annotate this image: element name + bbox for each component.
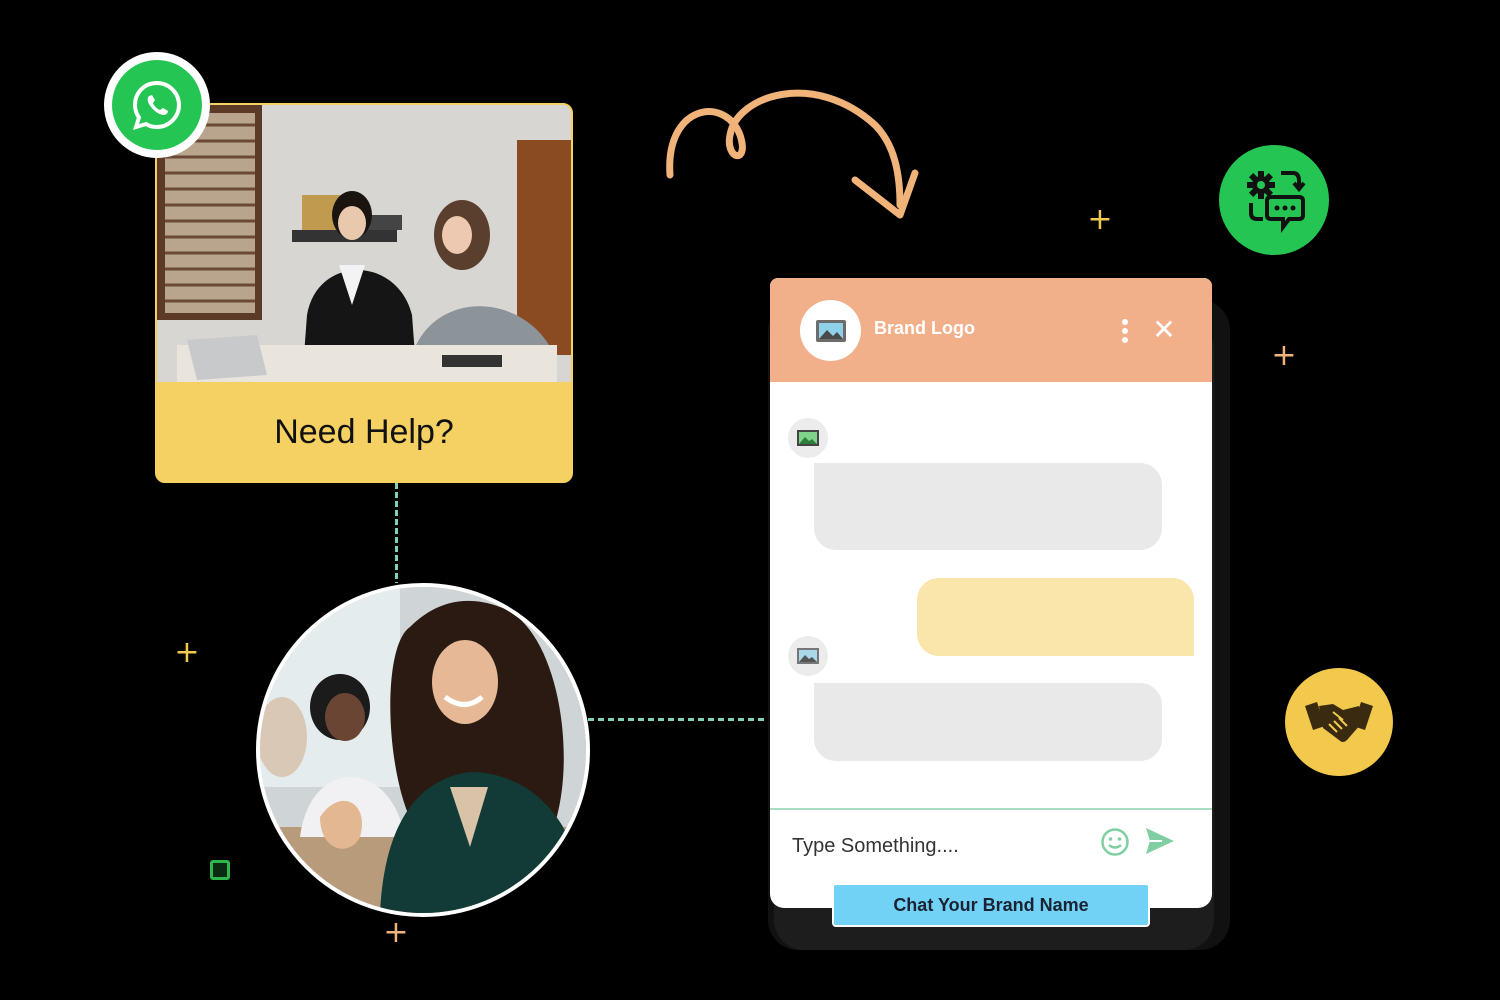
incoming-message-bubble xyxy=(814,463,1162,550)
brand-logo xyxy=(800,300,861,361)
incoming-message-bubble xyxy=(814,683,1162,761)
need-help-label: Need Help? xyxy=(274,413,454,451)
sparkle-icon: + xyxy=(1087,202,1113,237)
chat-widget: Brand Logo ✕ xyxy=(770,278,1212,908)
handshake-icon xyxy=(1305,702,1373,742)
close-icon[interactable]: ✕ xyxy=(1150,316,1178,344)
bot-avatar xyxy=(788,636,828,676)
automation-badge xyxy=(1219,145,1329,255)
bot-avatar xyxy=(788,418,828,458)
gear-chat-icon xyxy=(1247,171,1306,233)
need-help-card[interactable]: Need Help? xyxy=(155,103,573,483)
sparkle-icon: + xyxy=(383,915,409,950)
curly-arrow-decoration xyxy=(666,89,919,219)
message-input[interactable] xyxy=(790,830,1094,862)
connector-line-horizontal xyxy=(588,718,770,721)
smile-icon[interactable] xyxy=(1100,827,1130,861)
connector-line-vertical xyxy=(395,483,398,583)
square-dot-decoration xyxy=(210,860,230,880)
image-placeholder-icon xyxy=(797,648,819,664)
kebab-menu-icon[interactable] xyxy=(1119,319,1131,347)
outgoing-message-bubble xyxy=(917,578,1194,656)
support-agent-photo xyxy=(256,583,590,917)
sparkle-icon: + xyxy=(174,635,200,670)
office-photo xyxy=(157,105,571,382)
send-icon[interactable] xyxy=(1144,826,1176,860)
image-placeholder-icon xyxy=(797,430,819,446)
chat-header: Brand Logo ✕ xyxy=(770,278,1212,382)
sparkle-icon: + xyxy=(1271,338,1297,373)
whatsapp-badge[interactable] xyxy=(104,52,210,158)
chat-brand-button[interactable]: Chat Your Brand Name xyxy=(832,883,1150,927)
partnership-badge xyxy=(1285,668,1393,776)
brand-name: Brand Logo xyxy=(874,318,975,338)
image-placeholder-icon xyxy=(815,319,846,342)
whatsapp-icon xyxy=(132,80,182,131)
